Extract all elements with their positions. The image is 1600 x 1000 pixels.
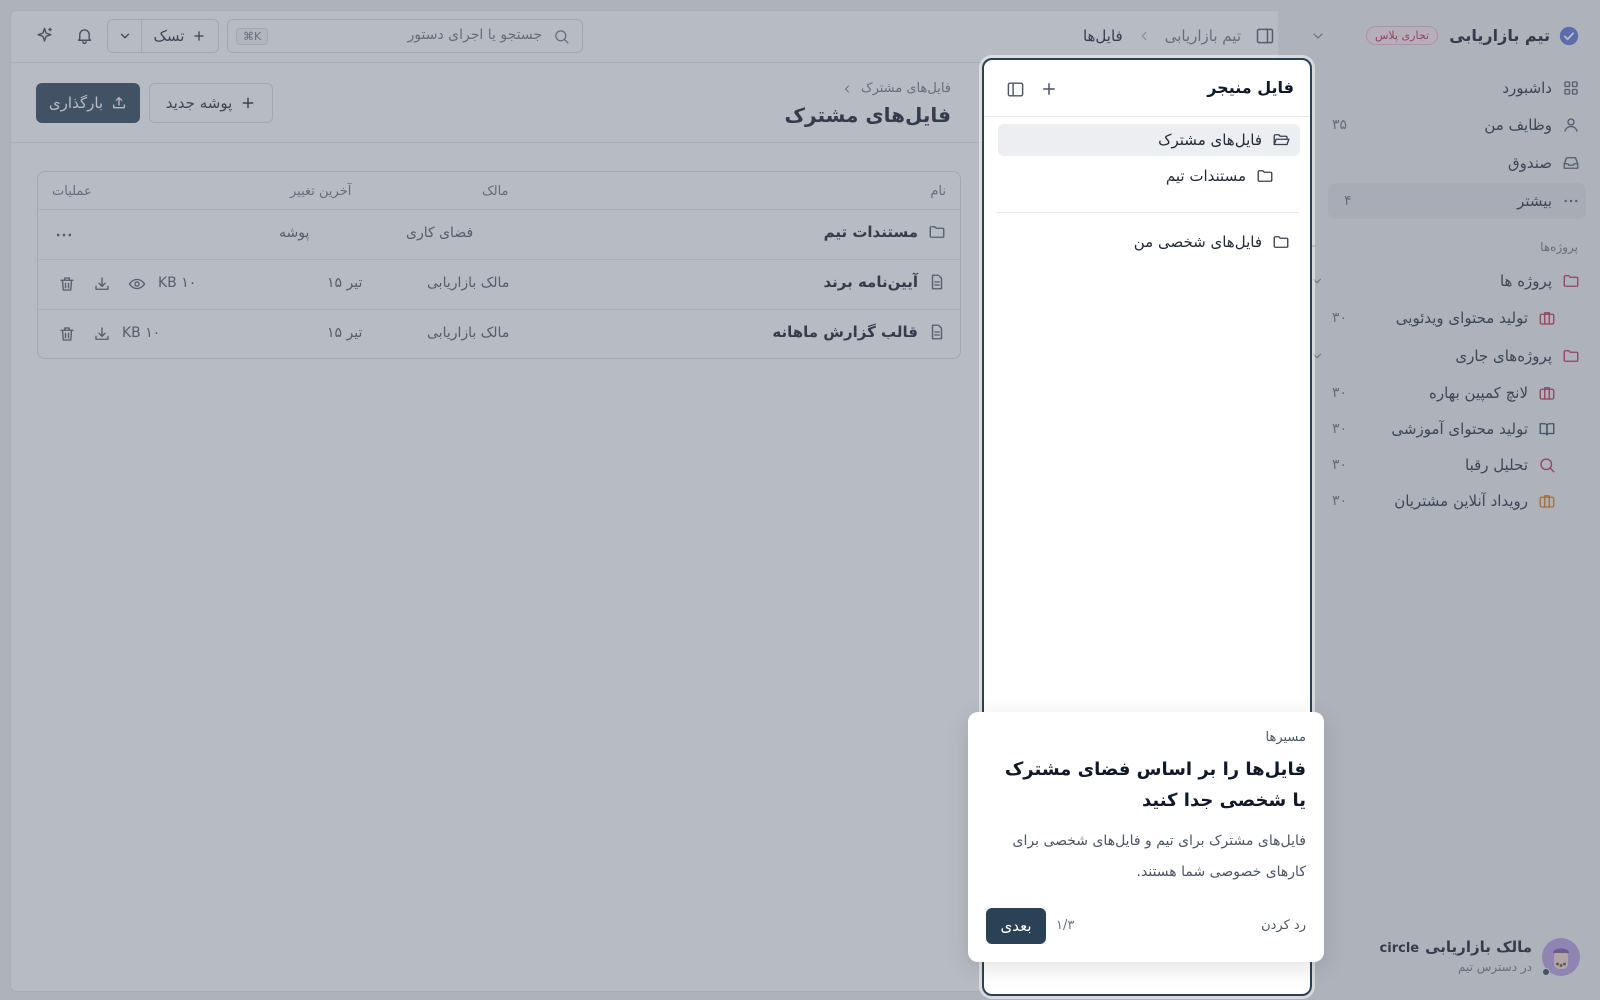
tour-body: فایل‌های مشترک برای تیم و فایل‌های شخصی … (1012, 833, 1306, 880)
tree-item-shared-files[interactable]: فایل‌های مشترک (998, 124, 1300, 156)
folder-open-icon (1272, 131, 1290, 149)
tour-next-button[interactable]: بعدی (986, 908, 1046, 944)
folder-icon (1272, 233, 1290, 251)
tour-skip-button[interactable]: رد کردن (1261, 918, 1306, 933)
folder-icon (1256, 167, 1274, 185)
tree-item-label: مستندات تیم (1165, 167, 1246, 185)
tour-popover: مسیرها فایل‌ها را بر اساس فضای مشترک یا … (968, 712, 1324, 962)
tour-progress: ۱/۳ (1056, 918, 1075, 933)
tour-next-label: بعدی (1000, 917, 1032, 935)
tree-item-personal-files[interactable]: فایل‌های شخصی من (1134, 226, 1290, 258)
tree-item-team-docs[interactable]: مستندات تیم (1166, 160, 1274, 192)
tour-title: فایل‌ها را بر اساس فضای مشترک یا شخصی جد… (1004, 759, 1306, 811)
file-manager-title: فایل منیجر (1207, 78, 1294, 97)
tree-divider (996, 212, 1298, 213)
tree-item-label: فایل‌های مشترک (1158, 131, 1262, 149)
tour-overlay[interactable] (0, 0, 1600, 1000)
tree-item-label: فایل‌های شخصی من (1133, 233, 1262, 251)
panel-toggle-icon[interactable] (1006, 80, 1025, 99)
header-divider (984, 116, 1310, 117)
tour-eyebrow: مسیرها (1265, 730, 1306, 745)
plus-icon[interactable] (1040, 80, 1058, 98)
